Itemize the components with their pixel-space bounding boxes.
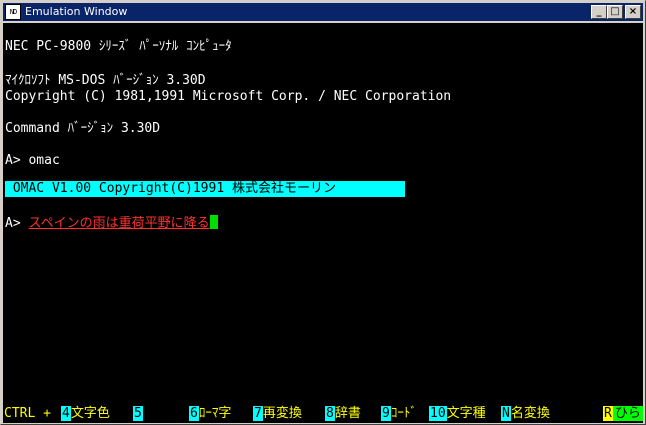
mode-roman: R (603, 406, 613, 421)
boot-line-command: Command ﾊﾞｰｼﾞｮﾝ 3.30D (5, 121, 161, 136)
fkey-9[interactable]: 9ｺｰﾄﾞ (381, 405, 417, 423)
boot-line-copyright: Copyright (C) 1981,1991 Microsoft Corp. … (5, 89, 452, 104)
emulation-window: ND Emulation Window _ □ × NEC PC-9800 ｼﾘ… (0, 0, 646, 425)
fkey-label: 文字種 (446, 406, 486, 421)
fkey-5[interactable]: 5 (133, 405, 143, 423)
app-icon[interactable]: ND (5, 4, 21, 20)
maximize-button[interactable]: □ (607, 5, 623, 19)
fkey-label: 文字色 (70, 406, 110, 421)
window-title: Emulation Window (25, 5, 128, 18)
fkey-label: ﾛｰﾏ字 (198, 406, 232, 421)
fkey-num: 9 (381, 406, 391, 421)
conversion-input-text[interactable]: スペインの雨は重荷平野に降る (28, 216, 209, 231)
fkey-num: 10 (429, 406, 447, 421)
boot-line-system: NEC PC-9800 ｼﾘｰｽﾞ ﾊﾟｰｿﾅﾙ ｺﾝﾋﾟｭｰﾀ (5, 39, 232, 54)
fkey-num: N (501, 406, 511, 421)
fkey-label: 辞書 (334, 406, 361, 421)
fkey-10[interactable]: 10文字種 (429, 405, 486, 423)
title-bar[interactable]: ND Emulation Window _ □ × (3, 3, 643, 21)
fkey-num: 5 (133, 406, 143, 421)
fkey-label: 名変換 (510, 406, 550, 421)
boot-line-msdos: ﾏｲｸﾛｿﾌﾄ MS-DOS ﾊﾞｰｼﾞｮﾝ 3.30D (5, 73, 206, 88)
prompt: A> (5, 216, 29, 231)
text-cursor (209, 215, 218, 229)
terminal-screen[interactable]: NEC PC-9800 ｼﾘｰｽﾞ ﾊﾟｰｿﾅﾙ ｺﾝﾋﾟｭｰﾀ ﾏｲｸﾛｿﾌﾄ… (3, 23, 643, 423)
input-line[interactable]: A> スペインの雨は重荷平野に降る (5, 215, 218, 231)
fkey-label: ｺｰﾄﾞ (390, 406, 417, 421)
close-button[interactable]: × (625, 5, 641, 19)
input-mode-indicator[interactable]: R ひら (603, 405, 643, 423)
function-key-bar: CTRL + 4文字色 5 6ﾛｰﾏ字 7再変換 8辞書 9ｺｰﾄﾞ 10文字種… (3, 405, 643, 423)
omac-banner: OMAC V1.00 Copyright(C)1991 株式会社モーリン (5, 181, 405, 197)
minimize-button[interactable]: _ (591, 5, 607, 19)
fkey-num: 6 (189, 406, 199, 421)
fkey-6[interactable]: 6ﾛｰﾏ字 (189, 405, 231, 423)
fkey-num: 4 (61, 406, 71, 421)
fkey-7[interactable]: 7再変換 (253, 405, 302, 423)
fkey-8[interactable]: 8辞書 (325, 405, 361, 423)
command-line-omac: A> omac (5, 153, 60, 168)
ctrl-label: CTRL + (4, 406, 51, 421)
fkey-4[interactable]: 4文字色 (61, 405, 110, 423)
fkey-label: 再変換 (262, 406, 302, 421)
fkey-n[interactable]: N名変換 (501, 405, 550, 423)
fkey-num: 7 (253, 406, 263, 421)
mode-hiragana: ひら (612, 406, 643, 421)
fkey-num: 8 (325, 406, 335, 421)
